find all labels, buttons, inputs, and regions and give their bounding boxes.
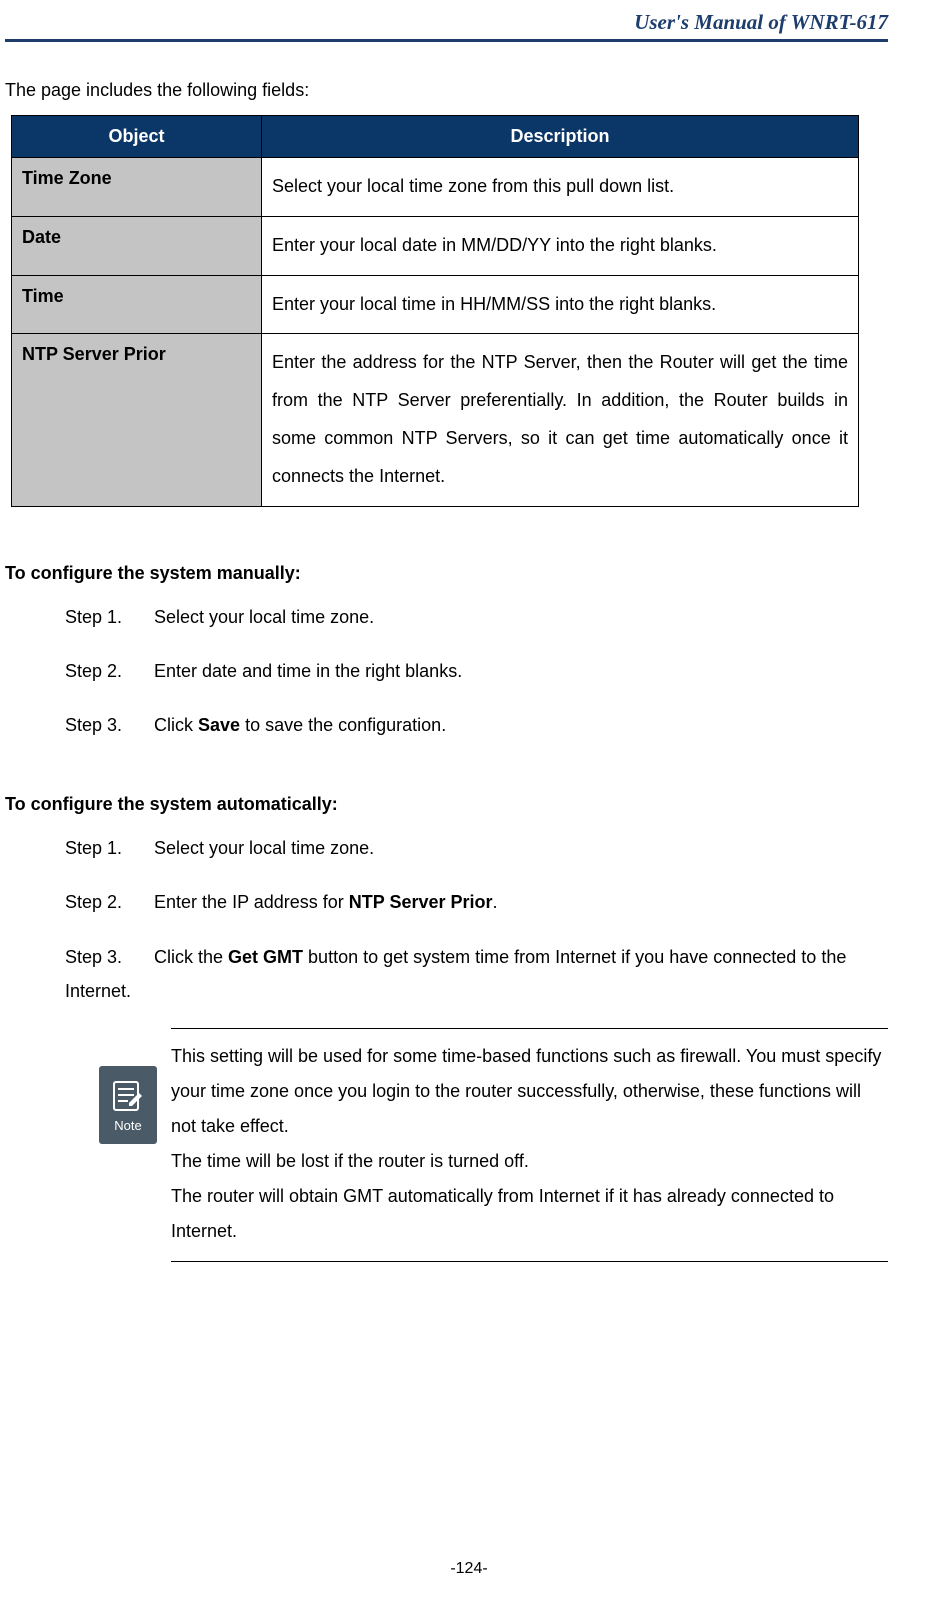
step-label: Step 3. [65, 708, 149, 742]
step-label: Step 2. [65, 654, 149, 688]
table-row: NTP Server Prior Enter the address for t… [12, 334, 859, 506]
table-row: Time Enter your local time in HH/MM/SS i… [12, 275, 859, 334]
step-bold: Get GMT [228, 947, 303, 967]
auto-config-section: To configure the system automatically: S… [35, 794, 883, 1008]
cell-object: Time [12, 275, 262, 334]
manual-config-section: To configure the system manually: Step 1… [35, 563, 883, 743]
step-text: Select your local time zone. [154, 838, 374, 858]
step-text: Click the [154, 947, 228, 967]
doc-header-title: User's Manual of WNRT-617 [35, 10, 888, 35]
auto-heading: To configure the system automatically: [5, 794, 883, 815]
step-item: Step 1. Select your local time zone. [65, 831, 883, 865]
cell-object: NTP Server Prior [12, 334, 262, 506]
step-bold: NTP Server Prior [349, 892, 493, 912]
cell-desc: Enter your local time in HH/MM/SS into t… [262, 275, 859, 334]
cell-object: Date [12, 216, 262, 275]
step-label: Step 1. [65, 600, 149, 634]
page-number: -124- [0, 1560, 938, 1578]
step-text-post: to save the configuration. [240, 715, 446, 735]
th-description: Description [262, 116, 859, 158]
step-item: Step 1. Select your local time zone. [65, 600, 883, 634]
note-icon-label: Note [114, 1118, 141, 1133]
step-label: Step 1. [65, 831, 149, 865]
step-label: Step 2. [65, 885, 149, 919]
step-item: Step 2. Enter date and time in the right… [65, 654, 883, 688]
step-label: Step 3. [65, 940, 149, 974]
step-text: Enter the IP address for [154, 892, 349, 912]
cell-desc: Select your local time zone from this pu… [262, 158, 859, 217]
fields-table: Object Description Time Zone Select your… [11, 115, 859, 507]
header-divider [5, 39, 888, 42]
notepad-icon [108, 1076, 148, 1116]
th-object: Object [12, 116, 262, 158]
step-text: Select your local time zone. [154, 607, 374, 627]
table-header-row: Object Description [12, 116, 859, 158]
step-text: Click [154, 715, 198, 735]
step-item: Step 3. Click Save to save the configura… [65, 708, 883, 742]
table-row: Date Enter your local date in MM/DD/YY i… [12, 216, 859, 275]
table-row: Time Zone Select your local time zone fr… [12, 158, 859, 217]
cell-desc: Enter the address for the NTP Server, th… [262, 334, 859, 506]
note-line-3: The router will obtain GMT automatically… [171, 1179, 888, 1249]
note-line-2: The time will be lost if the router is t… [171, 1144, 888, 1179]
step-text: Enter date and time in the right blanks. [154, 661, 462, 681]
intro-text: The page includes the following fields: [5, 80, 883, 101]
note-block: Note This setting will be used for some … [99, 1028, 888, 1263]
cell-object: Time Zone [12, 158, 262, 217]
step-text-post: . [493, 892, 498, 912]
manual-heading: To configure the system manually: [5, 563, 883, 584]
note-icon-wrap: Note [99, 1066, 157, 1144]
cell-desc: Enter your local date in MM/DD/YY into t… [262, 216, 859, 275]
step-item: Step 3. Click the Get GMT button to get … [65, 940, 883, 1008]
step-bold: Save [198, 715, 240, 735]
note-icon: Note [99, 1066, 157, 1144]
note-line-1: This setting will be used for some time-… [171, 1039, 888, 1144]
note-body: This setting will be used for some time-… [171, 1028, 888, 1263]
step-item: Step 2. Enter the IP address for NTP Ser… [65, 885, 883, 919]
